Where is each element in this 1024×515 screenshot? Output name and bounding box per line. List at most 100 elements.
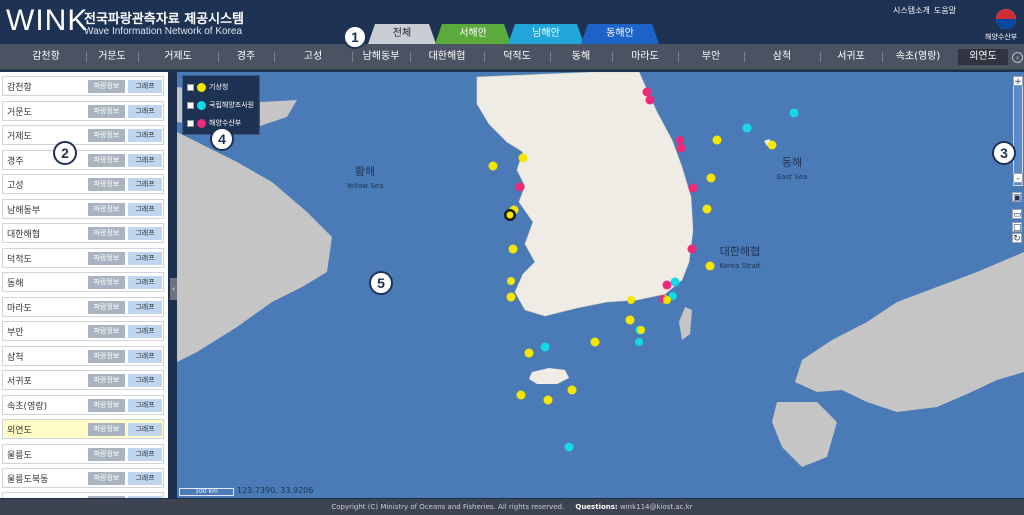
- list-item: [2, 492, 164, 498]
- wave-info-button[interactable]: 파랑정보: [88, 129, 125, 142]
- list-item: 고성 파랑정보 그래프: [2, 174, 164, 194]
- station-marker: [705, 261, 715, 271]
- tab-south-coast[interactable]: 남해안: [508, 24, 584, 44]
- graph-button[interactable]: 그래프: [128, 202, 162, 216]
- station-marker: [515, 182, 525, 192]
- nav-item[interactable]: 경주: [218, 44, 274, 70]
- wave-info-button[interactable]: 파랑정보: [88, 276, 125, 289]
- marker-5: 5: [369, 271, 393, 295]
- zoom-bar[interactable]: + -: [1013, 76, 1023, 186]
- nav-item[interactable]: 고성: [274, 44, 352, 70]
- select-box-icon[interactable]: □: [1012, 222, 1022, 233]
- system-intro-link[interactable]: 시스템소개: [893, 5, 930, 16]
- graph-button[interactable]: 그래프: [128, 398, 162, 412]
- list-item: 울릉도북동 파랑정보 그래프: [2, 468, 164, 488]
- circle-icon: [197, 82, 206, 92]
- zoom-in-button[interactable]: +: [1013, 76, 1023, 87]
- graph-button[interactable]: [128, 496, 162, 498]
- graph-button[interactable]: 그래프: [128, 472, 162, 485]
- wave-info-button[interactable]: 파랑정보: [88, 227, 125, 240]
- graph-button[interactable]: 그래프: [128, 251, 162, 265]
- scale-bar: 100 km: [179, 488, 234, 496]
- map-view[interactable]: 황해 Yellow Sea 동해 East Sea 대한해협 Korea Str…: [177, 72, 1024, 498]
- wave-info-button[interactable]: 파랑정보: [88, 423, 125, 436]
- nav-item[interactable]: 덕적도: [484, 44, 550, 70]
- legend-item[interactable]: 기상청: [187, 80, 228, 94]
- station-marker: [642, 87, 652, 97]
- wave-info-button[interactable]: 파랑정보: [88, 300, 125, 314]
- nav-item[interactable]: 서귀포: [820, 44, 882, 70]
- fullscreen-icon[interactable]: ▣: [1012, 192, 1022, 203]
- graph-button[interactable]: 그래프: [128, 423, 162, 436]
- chevron-right-icon[interactable]: ›: [1012, 52, 1023, 63]
- list-item: 서귀포 파랑정보 그래프: [2, 370, 164, 390]
- graph-button[interactable]: 그래프: [128, 178, 162, 191]
- graph-button[interactable]: 그래프: [128, 104, 162, 118]
- wave-info-button[interactable]: 파랑정보: [88, 104, 125, 118]
- station-name: 감천항: [7, 83, 32, 93]
- layer-icon[interactable]: ▭: [1012, 209, 1022, 220]
- wave-info-button[interactable]: [88, 496, 125, 498]
- graph-button[interactable]: 그래프: [128, 374, 162, 387]
- station-marker: [637, 326, 645, 334]
- station-name: 속초(영랑): [7, 401, 48, 412]
- wave-info-button[interactable]: 파랑정보: [88, 153, 125, 167]
- nav-item[interactable]: 거제도: [138, 44, 218, 70]
- station-name: 대한해협: [7, 230, 41, 240]
- nav-item[interactable]: 부안: [678, 44, 744, 70]
- station-name: 울릉도북동: [7, 475, 49, 485]
- graph-button[interactable]: 그래프: [128, 129, 162, 142]
- nav-item-active[interactable]: 외연도: [958, 49, 1008, 65]
- logo-wink[interactable]: WINK: [6, 4, 88, 38]
- station-name: 동해: [7, 279, 24, 289]
- checkbox-icon[interactable]: [187, 119, 194, 127]
- contact-email[interactable]: wink114@kiost.ac.kr: [620, 503, 693, 511]
- station-marker: [507, 277, 515, 285]
- map-canvas[interactable]: 황해 Yellow Sea 동해 East Sea 대한해협 Korea Str…: [177, 72, 1024, 498]
- nav-item[interactable]: 대한해협: [410, 44, 484, 70]
- tab-west-coast[interactable]: 서해안: [435, 24, 511, 44]
- wave-info-button[interactable]: 파랑정보: [88, 178, 125, 191]
- station-marker: [662, 280, 672, 290]
- rotate-icon[interactable]: ↻: [1012, 233, 1022, 244]
- list-item: 대한해협 파랑정보 그래프: [2, 223, 164, 243]
- nav-item[interactable]: 감천항: [6, 44, 86, 70]
- wave-info-button[interactable]: 파랑정보: [88, 447, 125, 461]
- checkbox-icon[interactable]: [187, 83, 194, 91]
- tab-all[interactable]: 전체: [368, 24, 436, 44]
- wave-info-button[interactable]: 파랑정보: [88, 251, 125, 265]
- graph-button[interactable]: 그래프: [128, 447, 162, 461]
- station-marker: [508, 244, 518, 254]
- legend-item[interactable]: 해양수산부: [187, 116, 241, 130]
- wave-info-button[interactable]: 파랑정보: [88, 202, 125, 216]
- tab-east-coast[interactable]: 동해안: [581, 24, 659, 44]
- graph-button[interactable]: 그래프: [128, 276, 162, 289]
- nav-item[interactable]: 남해동부: [352, 44, 410, 70]
- graph-button[interactable]: 그래프: [128, 153, 162, 167]
- wave-info-button[interactable]: 파랑정보: [88, 325, 125, 338]
- wave-info-button[interactable]: 파랑정보: [88, 374, 125, 387]
- checkbox-icon[interactable]: [187, 101, 194, 109]
- help-link[interactable]: 도움말: [934, 5, 956, 16]
- graph-button[interactable]: 그래프: [128, 300, 162, 314]
- zoom-out-button[interactable]: -: [1013, 173, 1023, 184]
- graph-button[interactable]: 그래프: [128, 325, 162, 338]
- list-item: 거문도 파랑정보 그래프: [2, 100, 164, 121]
- nav-item[interactable]: 삼척: [744, 44, 820, 70]
- nav-item[interactable]: 마라도: [612, 44, 678, 70]
- sidebar-collapse-button[interactable]: ‹: [170, 278, 177, 300]
- nav-item[interactable]: 속초(영랑): [882, 44, 954, 70]
- wave-info-button[interactable]: 파랑정보: [88, 80, 125, 93]
- graph-button[interactable]: 그래프: [128, 227, 162, 240]
- wave-info-button[interactable]: 파랑정보: [88, 472, 125, 485]
- legend-item[interactable]: 국립해양조사원: [187, 98, 254, 112]
- wave-info-button[interactable]: 파랑정보: [88, 349, 125, 363]
- nav-item[interactable]: 동해: [550, 44, 612, 70]
- station-marker: [625, 315, 635, 325]
- station-name: 마라도: [7, 303, 32, 314]
- graph-button[interactable]: 그래프: [128, 349, 162, 363]
- wave-info-button[interactable]: 파랑정보: [88, 398, 125, 412]
- nav-item[interactable]: 거문도: [86, 44, 138, 70]
- graph-button[interactable]: 그래프: [128, 80, 162, 93]
- footer: Copyright (C) Ministry of Oceans and Fis…: [0, 499, 1024, 515]
